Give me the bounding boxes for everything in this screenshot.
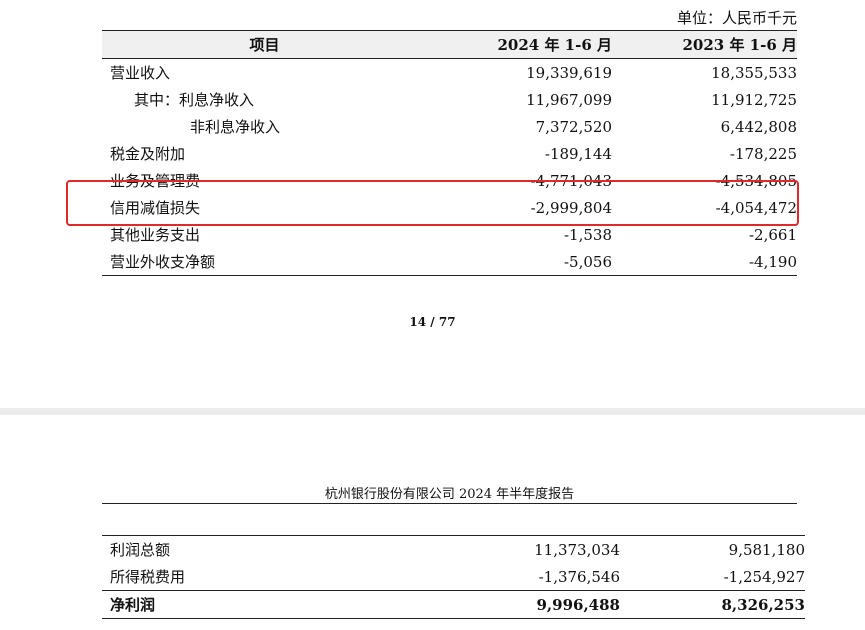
table-row: 营业外收支净额 -5,056 -4,190 bbox=[102, 248, 797, 276]
row-value-2023: -178,225 bbox=[729, 144, 797, 163]
income-statement-table: 项目 2024 年 1-6 月 2023 年 1-6 月 营业收入 19,339… bbox=[102, 30, 797, 276]
row-value-2024: 11,967,099 bbox=[526, 90, 612, 109]
table-row: 所得税费用 -1,376,546 -1,254,927 bbox=[102, 563, 805, 591]
report-header-title: 杭州银行股份有限公司 2024 年半年度报告 bbox=[324, 487, 575, 502]
header-item: 项目 bbox=[102, 30, 427, 59]
page-separator bbox=[0, 408, 865, 415]
row-value-2023: 9,581,180 bbox=[728, 540, 805, 559]
header-rule bbox=[102, 503, 797, 504]
table-header-row: 项目 2024 年 1-6 月 2023 年 1-6 月 bbox=[102, 30, 797, 59]
document-page-top: 单位：人民币千元 项目 2024 年 1-6 月 2023 年 1-6 月 营业… bbox=[0, 0, 865, 408]
table-row: 非利息净收入 7,372,520 6,442,808 bbox=[102, 113, 797, 140]
header-2024: 2024 年 1-6 月 bbox=[427, 30, 612, 59]
row-value-2023: 11,912,725 bbox=[711, 90, 797, 109]
row-value-2023: -4,190 bbox=[748, 252, 797, 271]
row-label: 所得税费用 bbox=[110, 568, 186, 586]
red-highlight-box bbox=[66, 180, 799, 226]
row-value-2023: 8,326,253 bbox=[721, 595, 805, 614]
row-value-2024: -189,144 bbox=[544, 144, 612, 163]
row-value-2024: 7,372,520 bbox=[535, 117, 612, 136]
row-label: 营业收入 bbox=[110, 64, 171, 82]
row-label: 净利润 bbox=[110, 596, 156, 614]
table-row: 其中：利息净收入 11,967,099 11,912,725 bbox=[102, 86, 797, 113]
row-value-2024: -5,056 bbox=[563, 252, 612, 271]
header-2023: 2023 年 1-6 月 bbox=[612, 30, 797, 59]
table-row: 税金及附加 -189,144 -178,225 bbox=[102, 140, 797, 167]
row-label: 其中：利息净收入 bbox=[134, 91, 255, 109]
row-value-2024: 19,339,619 bbox=[526, 63, 612, 82]
row-label: 非利息净收入 bbox=[190, 118, 281, 136]
profit-table: 利润总额 11,373,034 9,581,180 所得税费用 -1,376,5… bbox=[102, 535, 805, 619]
table-row: 利润总额 11,373,034 9,581,180 bbox=[102, 536, 805, 564]
row-value-2024: -1,376,546 bbox=[538, 567, 620, 586]
row-label: 利润总额 bbox=[110, 541, 171, 559]
row-value-2023: 18,355,533 bbox=[711, 63, 797, 82]
table-row: 营业收入 19,339,619 18,355,533 bbox=[102, 59, 797, 87]
row-label: 税金及附加 bbox=[110, 145, 186, 163]
row-label: 营业外收支净额 bbox=[110, 253, 216, 271]
row-value-2023: -1,254,927 bbox=[723, 567, 805, 586]
page-number: 14 / 77 bbox=[409, 315, 456, 329]
row-value-2024: 11,373,034 bbox=[534, 540, 620, 559]
row-value-2023: 6,442,808 bbox=[720, 117, 797, 136]
unit-label: 单位：人民币千元 bbox=[676, 9, 797, 27]
table-row-total: 净利润 9,996,488 8,326,253 bbox=[102, 590, 805, 619]
row-value-2024: 9,996,488 bbox=[536, 595, 620, 614]
